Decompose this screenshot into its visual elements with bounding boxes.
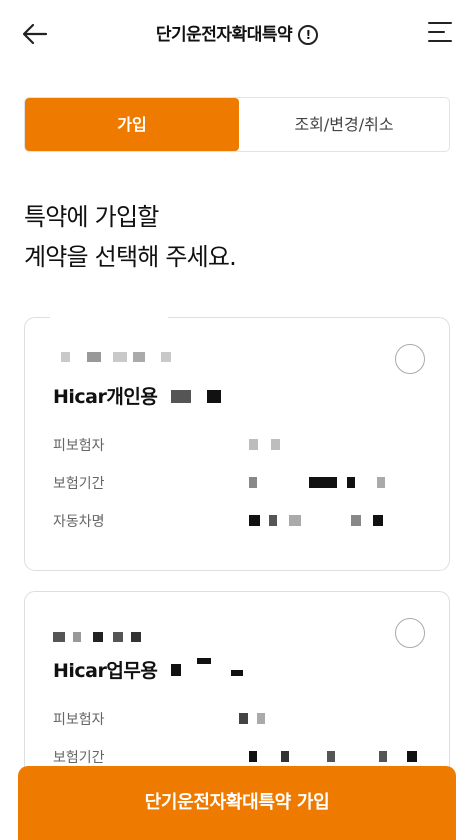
insured-label: 피보험자 [53,712,105,728]
insured-row: 피보험자 [53,435,433,455]
contract-radio[interactable] [395,344,425,374]
heading-line-2: 계약을 선택해 주세요. [24,243,237,271]
segmented-tabs: 가입 조회/변경/취소 [24,97,450,152]
product-name-text: Hicar개인용 [53,386,158,408]
page-title-wrap: 단기운전자확대특약! [0,20,474,45]
contract-card[interactable]: Hicar개인용 피보험자 보험기간 자동차명 [24,317,450,571]
period-label: 보험기간 [53,750,105,766]
heading-line-1: 특약에 가입할 [24,203,159,231]
car-name-row: 자동차명 [53,511,433,531]
hamburger-menu-icon[interactable] [428,22,452,44]
masked-contract-number [53,352,173,362]
period-label: 보험기간 [53,476,105,492]
join-rider-button[interactable]: 단기운전자확대특약 가입 [18,766,456,840]
masked-product-suffix [171,658,251,678]
insured-label: 피보험자 [53,438,105,454]
masked-insured-value [219,439,419,451]
masked-product-suffix [171,390,231,404]
product-name-text: Hicar업무용 [53,660,158,682]
tab-join[interactable]: 가입 [25,98,239,151]
page-title: 단기운전자확대특약 [155,25,293,45]
instruction-heading: 특약에 가입할 계약을 선택해 주세요. [24,197,237,277]
masked-contract-number [53,632,143,642]
masked-period-value [219,751,419,763]
car-name-label: 자동차명 [53,514,105,530]
period-row: 보험기간 [53,473,433,493]
masked-insured-value [219,713,419,725]
card-border-gap [50,307,168,321]
period-row: 보험기간 [53,747,433,767]
product-name: Hicar업무용 [53,656,158,683]
top-app-bar: 단기운전자확대특약! [0,0,474,66]
info-icon[interactable]: ! [298,25,319,45]
masked-car-name-value [219,515,419,527]
tab-inquiry-change-cancel[interactable]: 조회/변경/취소 [239,98,449,151]
insured-row: 피보험자 [53,709,433,729]
masked-period-value [219,477,419,489]
contract-radio[interactable] [395,618,425,648]
contract-card[interactable]: Hicar업무용 피보험자 보험기간 [24,591,450,791]
product-name: Hicar개인용 [53,382,158,409]
